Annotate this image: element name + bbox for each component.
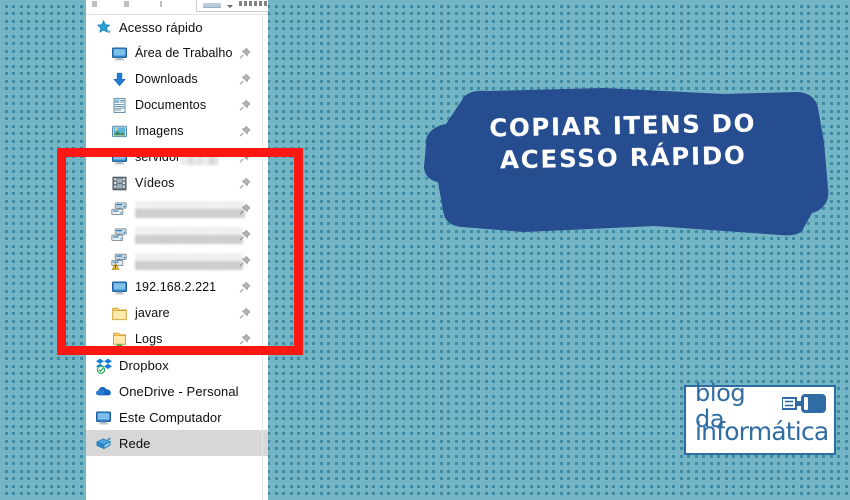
- sidebar-item-label: Dropbox: [119, 357, 169, 373]
- pin-icon[interactable]: [239, 307, 251, 319]
- explorer-toolbar-fragment[interactable]: [86, 0, 268, 15]
- chevron-down-icon: [227, 5, 233, 8]
- sidebar-item-label: Vídeos: [135, 175, 175, 190]
- pictures-icon: [111, 123, 128, 140]
- sidebar-item-label: Área de Trabalho: [135, 45, 233, 60]
- folder-shared-icon: [111, 331, 128, 348]
- logo-top-row: blog da: [695, 380, 826, 432]
- videos-folder-icon: [111, 175, 128, 192]
- sidebar-item-redacted-7[interactable]: [86, 196, 268, 222]
- sidebar-item-label: Downloads: [135, 71, 198, 86]
- dropbox-icon: [95, 357, 112, 374]
- this-pc-icon: [95, 409, 112, 426]
- network-computer-icon: [111, 279, 128, 296]
- blog-da-informatica-logo: blog da informática: [684, 380, 836, 455]
- sidebar-item-rea-de-trabalho[interactable]: Área de Trabalho: [86, 40, 268, 66]
- pin-icon[interactable]: [239, 177, 251, 189]
- sidebar-item-onedrive-personal[interactable]: OneDrive - Personal: [86, 378, 268, 404]
- pin-icon[interactable]: [239, 203, 251, 215]
- logo-text-line-2: informática: [695, 417, 829, 446]
- desktop-monitor-icon: [111, 45, 128, 62]
- sidebar-item-label: Este Computador: [119, 409, 222, 425]
- folder-icon: [111, 305, 128, 322]
- toolbar-dropdown-button[interactable]: [196, 0, 268, 12]
- sidebar-item-label: Documentos: [135, 97, 207, 112]
- sidebar-item-label: OneDrive - Personal: [119, 383, 239, 399]
- download-arrow-icon: [111, 71, 128, 88]
- star-pinned-icon: [95, 19, 112, 36]
- sidebar-item-label: Imagens: [135, 123, 184, 138]
- pin-icon[interactable]: [239, 281, 251, 293]
- sidebar-item-label: Rede: [119, 435, 151, 451]
- sidebar-item-imagens[interactable]: Imagens: [86, 118, 268, 144]
- sidebar-item-label: javare: [135, 305, 170, 320]
- network-icon: [95, 435, 112, 452]
- pin-icon[interactable]: [239, 255, 251, 267]
- sidebar-item-label: Acesso rápido: [119, 19, 203, 35]
- documents-icon: [111, 97, 128, 114]
- banner-title-text: COPIAR ITENS DO ACESSO RÁPIDO: [403, 106, 842, 178]
- pin-icon[interactable]: [239, 333, 251, 345]
- file-explorer-navigation-pane[interactable]: Acesso rápido Área de Trabalho Downloads: [86, 0, 268, 500]
- onedrive-cloud-icon: [95, 383, 112, 400]
- pin-icon[interactable]: [239, 73, 251, 85]
- sidebar-item-dropbox[interactable]: Dropbox: [86, 352, 268, 378]
- sidebar-item-192-168-2-221[interactable]: 192.168.2.221: [86, 274, 268, 300]
- navigation-list[interactable]: Acesso rápido Área de Trabalho Downloads: [86, 14, 268, 456]
- sidebar-item-redacted-9[interactable]: [86, 248, 268, 274]
- pin-icon[interactable]: [239, 99, 251, 111]
- sidebar-item-javare[interactable]: javare: [86, 300, 268, 326]
- redacted-label: [135, 200, 245, 218]
- network-computer-icon: [111, 149, 128, 166]
- toolbar-glyph-group: [86, 0, 196, 14]
- sidebar-item-label: 192.168.2.221: [135, 279, 217, 294]
- sidebar-item-label: servidor: [135, 149, 181, 164]
- title-banner: COPIAR ITENS DO ACESSO RÁPIDO: [404, 84, 842, 236]
- sidebar-item-este-computador[interactable]: Este Computador: [86, 404, 268, 430]
- redacted-label: [135, 226, 243, 244]
- toolbar-swatch-icon: [203, 3, 221, 8]
- network-drive-warning-icon: [111, 253, 128, 270]
- network-drive-icon: [111, 201, 128, 218]
- usb-flash-drive-icon: [781, 393, 826, 419]
- toolbar-dropdown-label: [239, 1, 268, 6]
- sidebar-item-rede[interactable]: Rede: [86, 430, 268, 456]
- sidebar-item-acesso-r-pido[interactable]: Acesso rápido: [86, 14, 268, 40]
- pin-icon[interactable]: [239, 47, 251, 59]
- sidebar-item-logs[interactable]: Logs: [86, 326, 268, 352]
- sidebar-item-redacted-8[interactable]: [86, 222, 268, 248]
- sidebar-item-documentos[interactable]: Documentos: [86, 92, 268, 118]
- sidebar-item-downloads[interactable]: Downloads: [86, 66, 268, 92]
- redacted-label: [135, 252, 243, 270]
- sidebar-item-servidor[interactable]: servidor: [86, 144, 268, 170]
- pane-scroll-gutter: [262, 14, 263, 500]
- pin-icon[interactable]: [239, 229, 251, 241]
- sidebar-item-v-deos[interactable]: Vídeos: [86, 170, 268, 196]
- pin-icon[interactable]: [239, 125, 251, 137]
- network-drive-icon: [111, 227, 128, 244]
- pin-icon[interactable]: [239, 151, 251, 163]
- sidebar-item-label: Logs: [135, 331, 163, 346]
- redacted-label: [181, 149, 220, 165]
